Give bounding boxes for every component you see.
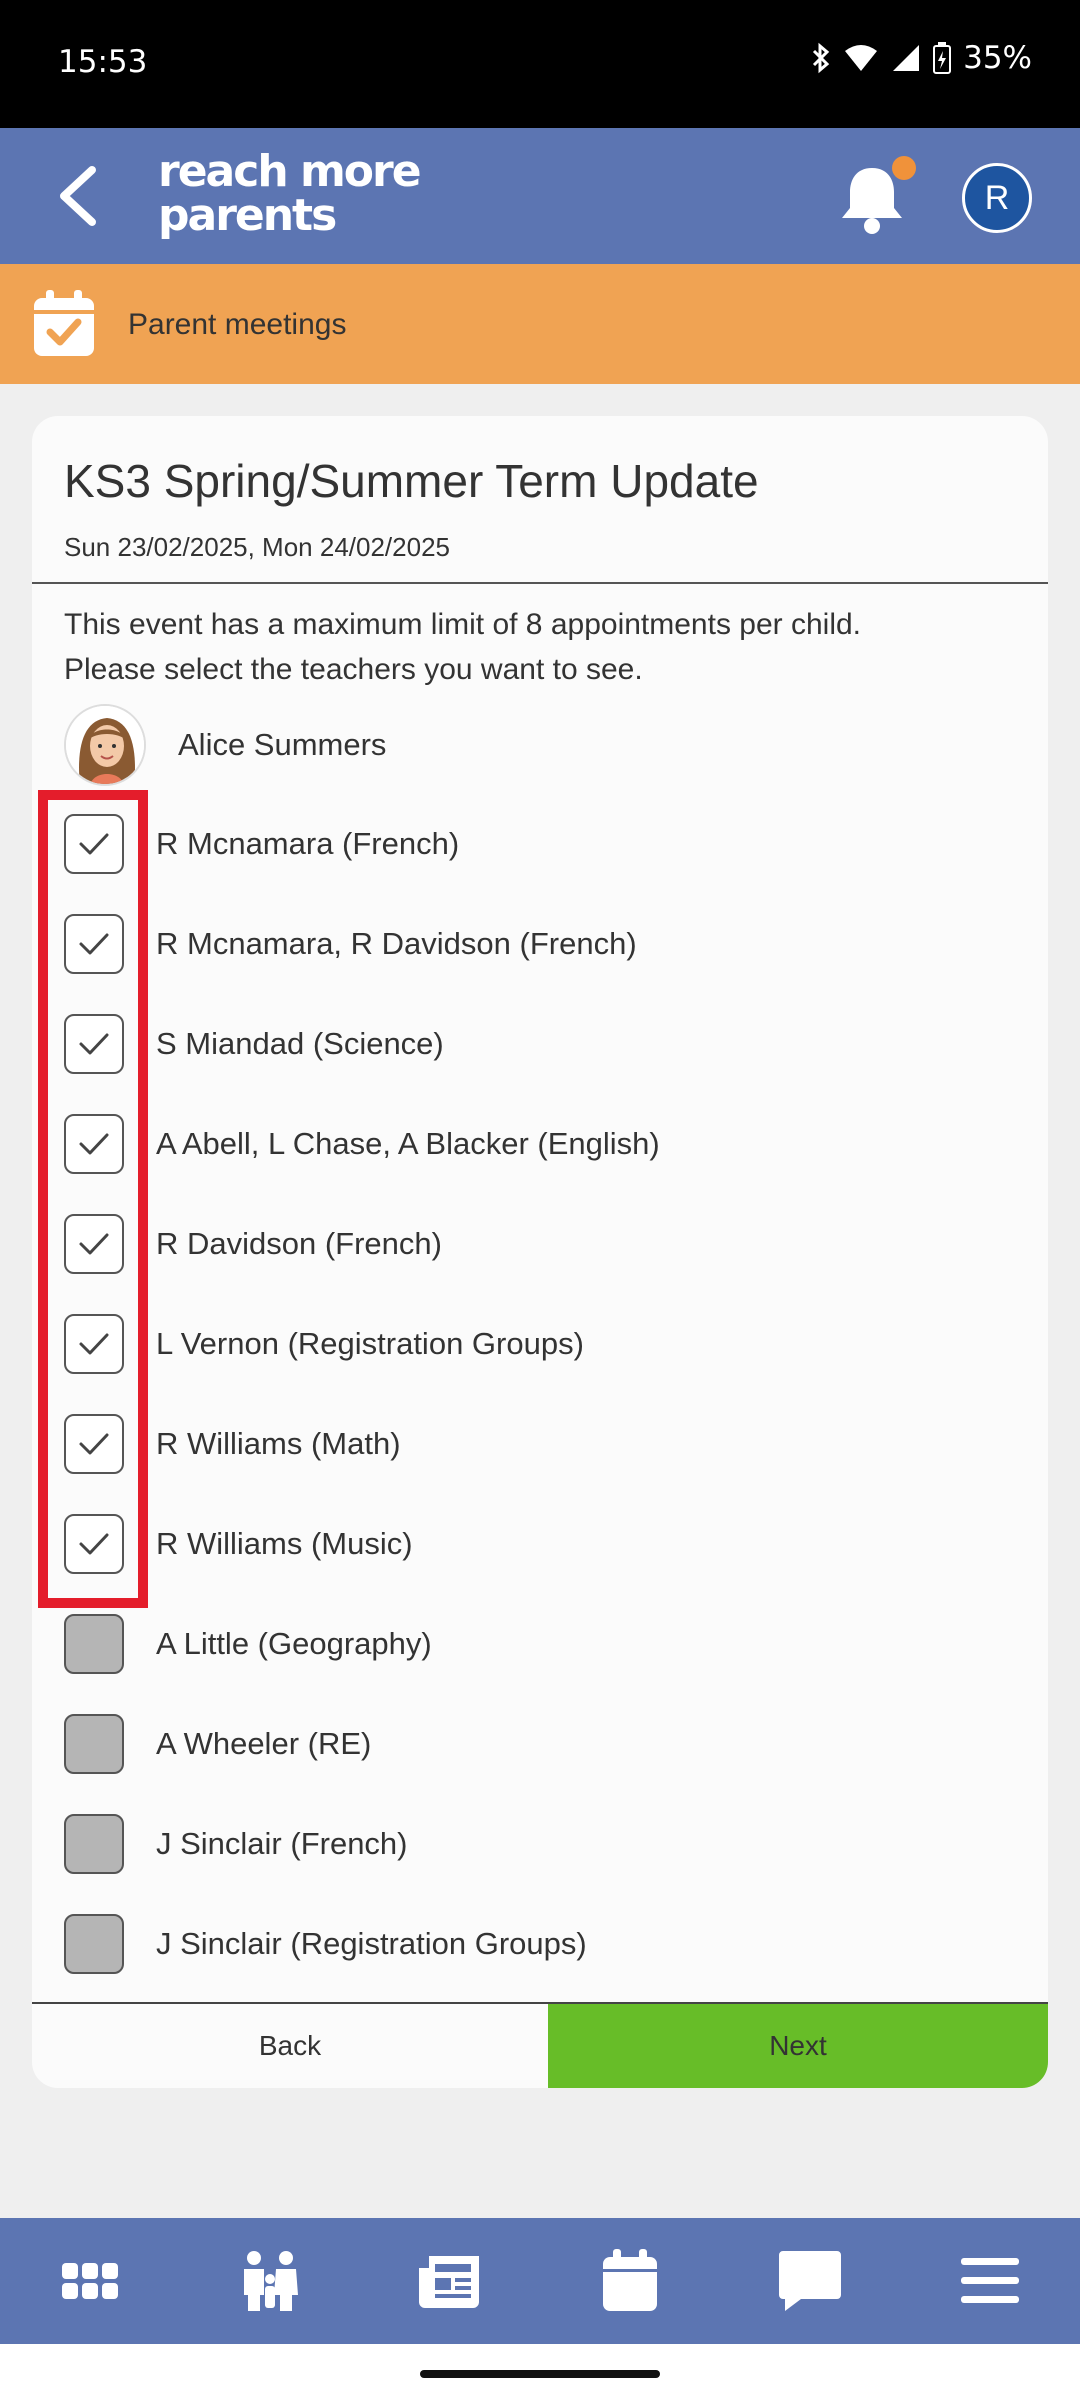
- checkbox-checked[interactable]: [64, 814, 124, 874]
- calendar-check-icon: [34, 290, 94, 356]
- checkmark-icon: [79, 1533, 109, 1555]
- hamburger-menu-icon: [961, 2258, 1019, 2303]
- nav-menu[interactable]: [950, 2241, 1030, 2321]
- checkmark-icon: [79, 833, 109, 855]
- teacher-checkbox-row[interactable]: R Mcnamara, R Davidson (French): [64, 912, 637, 976]
- info-line-2: Please select the teachers you want to s…: [64, 653, 643, 686]
- checkmark-icon: [79, 1333, 109, 1355]
- child-photo: [64, 704, 146, 786]
- newspaper-icon: [419, 2256, 479, 2308]
- checkmark-icon: [79, 933, 109, 955]
- apps-grid-icon: [62, 2263, 118, 2299]
- checkmark-icon: [79, 1033, 109, 1055]
- checkbox-checked[interactable]: [64, 1014, 124, 1074]
- event-card: KS3 Spring/Summer Term Update Sun 23/02/…: [32, 416, 1048, 2088]
- checkbox-checked[interactable]: [64, 1314, 124, 1374]
- home-indicator[interactable]: [420, 2370, 660, 2378]
- divider: [32, 582, 1048, 584]
- teacher-label: L Vernon (Registration Groups): [156, 1326, 584, 1361]
- teacher-checkbox-row[interactable]: A Wheeler (RE): [64, 1712, 371, 1776]
- battery-percent: 35%: [963, 40, 1032, 76]
- back-arrow-button[interactable]: [50, 164, 110, 228]
- teacher-checkbox-row[interactable]: R Davidson (French): [64, 1212, 442, 1276]
- teacher-label: A Wheeler (RE): [156, 1726, 372, 1761]
- event-dates: Sun 23/02/2025, Mon 24/02/2025: [64, 532, 450, 562]
- nav-family[interactable]: [230, 2241, 310, 2321]
- family-icon: [244, 2251, 298, 2311]
- chevron-left-icon: [60, 166, 96, 226]
- checkbox-unchecked[interactable]: [64, 1714, 124, 1774]
- checkmark-icon: [79, 1133, 109, 1155]
- checkbox-unchecked[interactable]: [64, 1914, 124, 1974]
- teacher-checkbox-row[interactable]: J Sinclair (French): [64, 1812, 408, 1876]
- child-row: Alice Summers: [64, 704, 386, 786]
- teacher-label: R Williams (Math): [156, 1426, 401, 1461]
- bottom-nav: [0, 2218, 1080, 2344]
- nav-messages[interactable]: [770, 2241, 850, 2321]
- next-button[interactable]: Next: [548, 2004, 1048, 2088]
- teacher-checkbox-row[interactable]: R Williams (Music): [64, 1512, 413, 1576]
- checkmark-icon: [79, 1233, 109, 1255]
- checkbox-checked[interactable]: [64, 1514, 124, 1574]
- logo-line-1: reach more: [158, 146, 422, 197]
- teacher-checkbox-row[interactable]: R Williams (Math): [64, 1412, 401, 1476]
- bluetooth-icon: [813, 42, 830, 74]
- teacher-checkbox-row[interactable]: R Mcnamara (French): [64, 812, 459, 876]
- user-avatar-button[interactable]: R: [962, 163, 1032, 233]
- wifi-icon: [845, 45, 878, 71]
- teacher-checkbox-row[interactable]: A Little (Geography): [64, 1612, 432, 1676]
- checkbox-unchecked[interactable]: [64, 1614, 124, 1674]
- event-title: KS3 Spring/Summer Term Update: [64, 455, 759, 507]
- status-time: 15:53: [58, 44, 148, 80]
- checkmark-icon: [79, 1433, 109, 1455]
- teacher-label: A Abell, L Chase, A Blacker (English): [156, 1126, 660, 1161]
- battery-icon: [933, 42, 952, 74]
- gesture-bar: [0, 2344, 1080, 2400]
- section-bar: Parent meetings: [0, 264, 1080, 384]
- calendar-icon: [603, 2249, 657, 2311]
- back-button[interactable]: Back: [32, 2004, 548, 2088]
- app-header: reach more parents R: [0, 128, 1080, 264]
- status-icons: 35%: [811, 40, 1032, 76]
- nav-dashboard[interactable]: [50, 2241, 130, 2321]
- section-title: Parent meetings: [128, 308, 347, 341]
- teacher-label: R Davidson (French): [156, 1226, 442, 1261]
- checkbox-checked[interactable]: [64, 1414, 124, 1474]
- teacher-label: J Sinclair (French): [156, 1826, 408, 1861]
- status-bar: 15:53 35%: [0, 0, 1080, 128]
- nav-calendar[interactable]: [590, 2241, 670, 2321]
- teacher-label: R Williams (Music): [156, 1526, 413, 1561]
- logo-line-2: parents: [158, 190, 337, 241]
- checkbox-checked[interactable]: [64, 1114, 124, 1174]
- checkbox-unchecked[interactable]: [64, 1814, 124, 1874]
- app-logo: reach more parents: [158, 146, 422, 241]
- teacher-checkbox-row[interactable]: A Abell, L Chase, A Blacker (English): [64, 1112, 660, 1176]
- notification-badge: [892, 156, 916, 180]
- teacher-checkbox-row[interactable]: J Sinclair (Registration Groups): [64, 1912, 587, 1976]
- teacher-checkbox-row[interactable]: L Vernon (Registration Groups): [64, 1312, 584, 1376]
- teacher-label: J Sinclair (Registration Groups): [156, 1926, 587, 1961]
- teacher-checkbox-row[interactable]: S Miandad (Science): [64, 1012, 444, 1076]
- teacher-label: S Miandad (Science): [156, 1026, 444, 1061]
- nav-news[interactable]: [410, 2241, 490, 2321]
- info-line-1: This event has a maximum limit of 8 appo…: [64, 608, 862, 641]
- signal-icon: [893, 45, 920, 71]
- chat-bubble-icon: [779, 2251, 841, 2311]
- teacher-label: R Mcnamara, R Davidson (French): [156, 926, 637, 961]
- checkbox-checked[interactable]: [64, 1214, 124, 1274]
- teacher-label: A Little (Geography): [156, 1626, 432, 1661]
- checkbox-checked[interactable]: [64, 914, 124, 974]
- event-info: This event has a maximum limit of 8 appo…: [64, 602, 1024, 692]
- teacher-label: R Mcnamara (French): [156, 826, 460, 861]
- child-name: Alice Summers: [178, 727, 387, 762]
